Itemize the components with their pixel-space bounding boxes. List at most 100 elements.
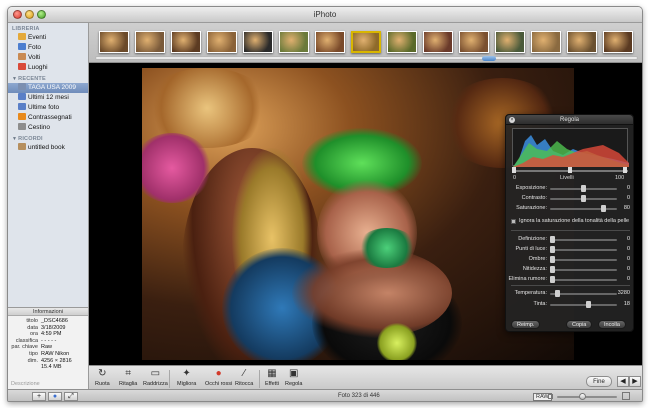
punti-di-luce-label: Punti di luce: xyxy=(515,246,548,252)
reset-button[interactable]: Reimp. xyxy=(511,320,541,329)
filmstrip-thumbnail[interactable] xyxy=(567,31,597,53)
sidebar-section-header[interactable]: LIBRERIA xyxy=(8,23,88,33)
filmstrip-thumbnail[interactable] xyxy=(207,31,237,53)
tinta-slider[interactable] xyxy=(550,304,617,306)
sidebar-item-ultimi-12-mesi[interactable]: Ultimi 12 mesi xyxy=(8,93,88,103)
definizione-slider-knob[interactable] xyxy=(550,236,555,243)
esposizione-slider-row: Esposizione: 0 xyxy=(510,184,631,193)
sidebar-section-label: RECENTE xyxy=(18,76,46,82)
sidebar-item-cestino[interactable]: Cestino xyxy=(8,123,88,133)
info-value[interactable]: Raw xyxy=(41,344,52,350)
migliora-button[interactable]: ✦ Migliora xyxy=(177,368,196,387)
saturazione-slider-knob[interactable] xyxy=(600,205,606,212)
import-icon xyxy=(18,103,26,110)
sidebar-item-volti[interactable]: Volti xyxy=(8,53,88,63)
regola-button[interactable]: ▣ Regola xyxy=(285,368,302,387)
levels-midpoint-handle[interactable] xyxy=(568,167,572,173)
sidebar-section-header[interactable]: ▼RICORDI xyxy=(8,133,88,143)
contrasto-value: 0 xyxy=(626,195,630,201)
close-adjust-panel-icon[interactable]: × xyxy=(509,117,515,123)
filmstrip-thumbnail[interactable] xyxy=(459,31,489,53)
info-value[interactable]: 15.4 MB xyxy=(41,364,61,370)
zoom-slider-track[interactable] xyxy=(557,396,617,398)
disclosure-triangle-icon[interactable]: ▼ xyxy=(12,76,17,82)
filmstrip-thumbnail[interactable] xyxy=(603,31,633,53)
disclosure-triangle-icon[interactable]: ▼ xyxy=(12,136,17,142)
filmstrip-thumbnail[interactable] xyxy=(531,31,561,53)
raddrizza-button[interactable]: ▭ Raddrizza xyxy=(143,368,168,387)
add-button[interactable]: + xyxy=(32,392,46,401)
esposizione-slider-knob[interactable] xyxy=(581,185,586,192)
skin-tone-checkbox[interactable] xyxy=(511,219,516,224)
sidebar-item-luoghi[interactable]: Luoghi xyxy=(8,63,88,73)
info-value[interactable]: _DSC4686 xyxy=(41,318,68,324)
info-value[interactable]: - - - - - xyxy=(41,338,56,344)
sidebar-section-header[interactable]: ▼RECENTE xyxy=(8,73,88,83)
info-value[interactable]: RAW Nikon xyxy=(41,351,69,357)
elimina-rumore-slider-knob[interactable] xyxy=(550,276,555,283)
filmstrip-thumbnail[interactable] xyxy=(351,31,381,53)
ombre-slider[interactable] xyxy=(550,259,617,261)
copy-button[interactable]: Copia xyxy=(566,320,593,329)
nitidezza-slider[interactable] xyxy=(550,269,617,271)
filmstrip-thumbnail[interactable] xyxy=(315,31,345,53)
ritaglia-button[interactable]: ⌗ Ritaglia xyxy=(119,368,137,387)
ruota-button[interactable]: ↻ Ruota xyxy=(95,368,110,387)
levels-white-point-handle[interactable] xyxy=(623,167,627,173)
next-photo-button[interactable]: ▶ xyxy=(629,376,641,387)
filmstrip-scroll-knob[interactable] xyxy=(482,56,496,61)
elimina-rumore-value: 0 xyxy=(626,276,630,282)
fullscreen-button[interactable]: ⤢ xyxy=(64,392,78,401)
effetti-button[interactable]: ▦ Effetti xyxy=(265,368,279,387)
filmstrip-thumbnail[interactable] xyxy=(135,31,165,53)
filmstrip-thumbnail[interactable] xyxy=(423,31,453,53)
sidebar-item-foto[interactable]: Foto xyxy=(8,43,88,53)
filmstrip-thumbnail[interactable] xyxy=(495,31,525,53)
sidebar-item-eventi[interactable]: Eventi xyxy=(8,33,88,43)
arrow-left-icon: ◀ xyxy=(620,378,626,385)
definizione-slider[interactable] xyxy=(550,239,617,241)
sidebar-item-contrassegnati[interactable]: Contrassegnati xyxy=(8,113,88,123)
title-bar[interactable]: iPhoto xyxy=(8,7,642,23)
filmstrip[interactable] xyxy=(89,23,642,63)
info-button[interactable]: ● xyxy=(48,392,62,401)
done-button[interactable]: Fine xyxy=(586,376,612,387)
zoom-large-icon xyxy=(622,392,630,400)
tinta-slider-knob[interactable] xyxy=(585,301,591,308)
info-panel-header[interactable]: Informazioni xyxy=(8,308,88,316)
temperatura-slider[interactable] xyxy=(550,293,617,295)
previous-photo-button[interactable]: ◀ xyxy=(617,376,629,387)
saturazione-slider[interactable] xyxy=(550,208,617,210)
info-value[interactable]: 4256 × 2816 xyxy=(41,358,72,364)
filmstrip-thumbnail[interactable] xyxy=(279,31,309,53)
nitidezza-slider-knob[interactable] xyxy=(550,266,555,273)
punti-di-luce-slider[interactable] xyxy=(550,249,617,251)
zoom-slider-knob[interactable] xyxy=(579,393,586,400)
levels-black-point-handle[interactable] xyxy=(512,167,516,173)
info-value[interactable]: 4:59 PM xyxy=(41,331,61,337)
toolbar-button-label: Raddrizza xyxy=(143,381,168,387)
sidebar-item-label: Volti xyxy=(28,54,41,61)
elimina-rumore-slider[interactable] xyxy=(550,279,617,281)
toolbar-button-label: Ritocca xyxy=(235,381,254,387)
description-field[interactable]: Descrizione xyxy=(11,381,40,387)
ombre-slider-knob[interactable] xyxy=(550,256,555,263)
sidebar-item-untitled-book[interactable]: untitled book xyxy=(8,143,88,153)
ritocca-button[interactable]: ⁄ Ritocca xyxy=(235,368,253,387)
punti-di-luce-slider-knob[interactable] xyxy=(550,246,555,253)
filmstrip-thumbnail[interactable] xyxy=(171,31,201,53)
adjust-panel[interactable]: Regola × 0 Livelli 100 Esposizione: 0 Cont… xyxy=(505,114,634,332)
toolbar-separator xyxy=(169,370,170,388)
filmstrip-scrollbar[interactable] xyxy=(95,56,638,60)
sidebar-item-taga-usa-2009[interactable]: TAGA USA 2009 xyxy=(8,83,88,93)
temperatura-slider-knob[interactable] xyxy=(554,290,560,297)
paste-button[interactable]: Incolla xyxy=(598,320,626,329)
info-value[interactable]: 3/18/2009 xyxy=(41,325,65,331)
contrasto-slider-knob[interactable] xyxy=(581,195,586,202)
filmstrip-thumbnail[interactable] xyxy=(387,31,417,53)
filmstrip-thumbnail[interactable] xyxy=(243,31,273,53)
straighten-icon: ▭ xyxy=(150,368,161,379)
sidebar-item-ultime-foto[interactable]: Ultime foto xyxy=(8,103,88,113)
filmstrip-thumbnail[interactable] xyxy=(99,31,129,53)
occhi-rossi-button[interactable]: ● Occhi rossi xyxy=(205,368,232,387)
